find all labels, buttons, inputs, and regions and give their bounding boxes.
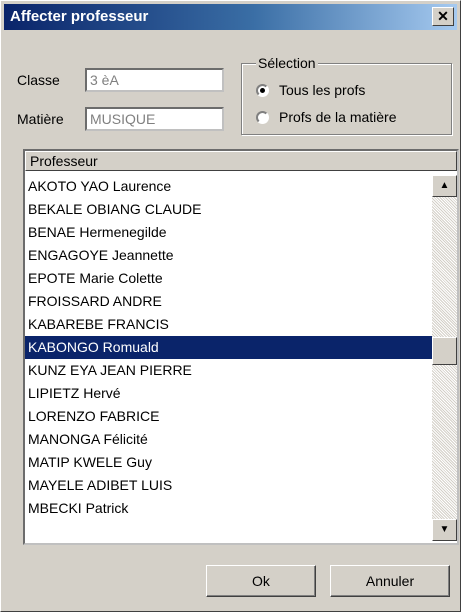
list-item[interactable]: ENGAGOYE Jeannette [25,244,432,267]
list-item[interactable]: KUNZ EYA JEAN PIERRE [25,359,432,382]
list-item[interactable]: MAYELE ADIBET LUIS [25,474,432,497]
radio-label[interactable]: Profs de la matière [279,109,397,125]
scroll-up-button[interactable]: ▲ [432,175,457,197]
window-title: Affecter professeur [10,8,149,25]
radio-checked-icon[interactable] [256,84,269,97]
list-rows: AKOTO YAO Laurence BEKALE OBIANG CLAUDE BE… [25,175,432,520]
list-item[interactable]: FROISSARD ANDRE [25,290,432,313]
list-item[interactable]: BEKALE OBIANG CLAUDE [25,198,432,221]
selection-group-title: Sélection [256,55,318,71]
classe-label: Classe [17,72,60,88]
list-item[interactable]: KABONGO Romuald [25,336,432,359]
list-item[interactable]: MANONGA Félicité [25,428,432,451]
scroll-down-button[interactable]: ▼ [432,519,457,541]
arrow-up-icon: ▲ [439,180,450,191]
list-item[interactable]: LORENZO FABRICE [25,405,432,428]
radio-unchecked-icon[interactable] [256,111,269,124]
list-item[interactable]: MBECKI Patrick [25,497,432,520]
scroll-thumb[interactable] [432,337,457,365]
matiere-label: Matière [17,111,64,127]
list-item[interactable]: BENAE Hermenegilde [25,221,432,244]
ok-button[interactable]: Ok [206,565,316,597]
vertical-scrollbar[interactable]: ▲ ▼ [432,175,457,541]
list-item[interactable]: KABAREBE FRANCIS [25,313,432,336]
cancel-button[interactable]: Annuler [330,565,450,597]
dialog-window: Affecter professeur ✕ Classe 3 èA Matièr… [0,0,461,612]
close-icon: ✕ [437,8,449,24]
classe-field[interactable]: 3 èA [85,68,224,92]
matiere-field[interactable]: MUSIQUE [85,107,224,131]
radio-label[interactable]: Tous les profs [279,82,365,98]
list-item[interactable]: EPOTE Marie Colette [25,267,432,290]
column-header-professeur[interactable]: Professeur [25,151,457,171]
close-button[interactable]: ✕ [432,7,454,26]
list-item[interactable]: AKOTO YAO Laurence [25,175,432,198]
list-item[interactable]: MATIP KWELE Guy [25,451,432,474]
arrow-down-icon: ▼ [439,524,450,535]
title-bar[interactable]: Affecter professeur ✕ [4,4,457,30]
professeur-list[interactable]: Professeur AKOTO YAO Laurence BEKALE OBIA… [23,149,459,545]
list-item[interactable]: LIPIETZ Hervé [25,382,432,405]
